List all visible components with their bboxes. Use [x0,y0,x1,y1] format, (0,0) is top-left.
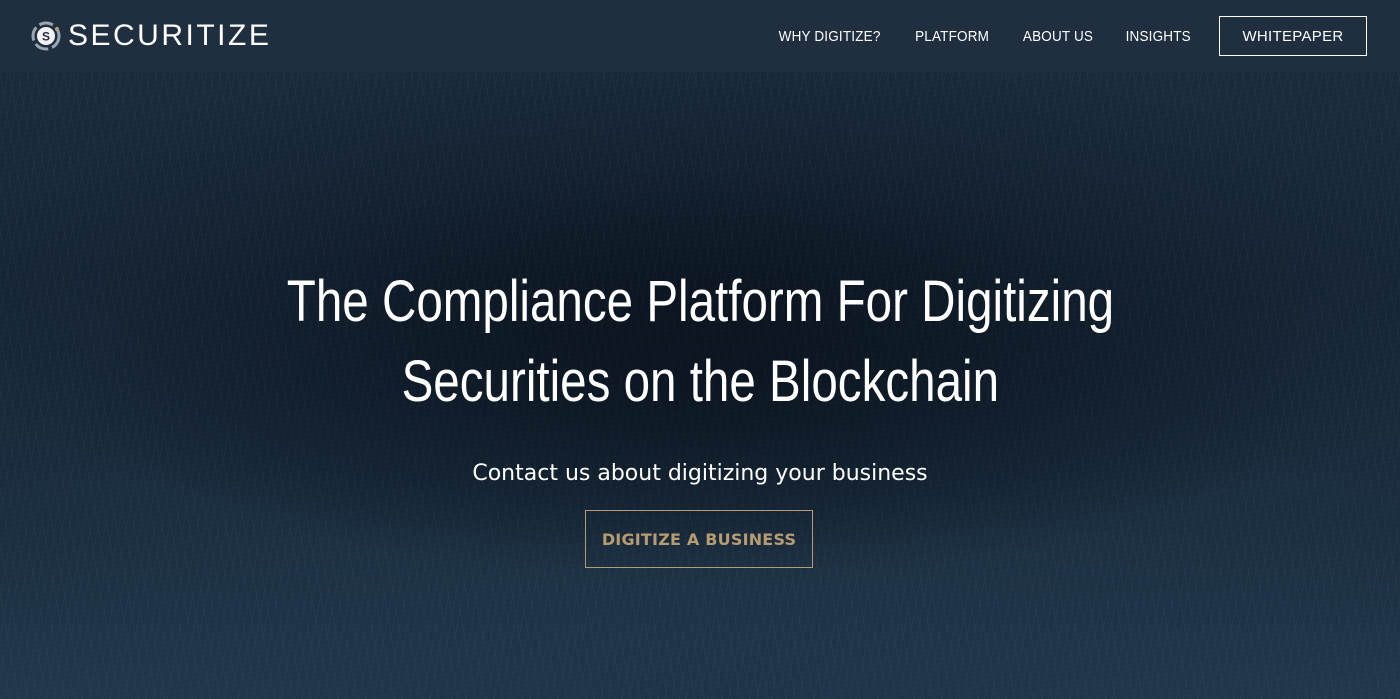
hero-title-line-1: The Compliance Platform For Digitizing [286,269,1114,334]
page: S SECURITIZE WHY DIGITIZE? PLATFORM ABOU… [0,0,1400,699]
svg-text:S: S [42,30,50,44]
brand-name: SECURITIZE [68,19,272,52]
main-nav: WHY DIGITIZE? PLATFORM ABOUT US INSIGHTS… [748,16,1367,56]
hero-title-line-2: Securities on the Blockchain [401,349,999,414]
hero-subtitle: Contact us about digitizing your busines… [472,461,928,486]
nav-link-insights[interactable]: INSIGHTS [1125,28,1190,45]
hero-title: The Compliance Platform For Digitizing S… [0,262,1400,422]
site-header: S SECURITIZE WHY DIGITIZE? PLATFORM ABOU… [0,0,1400,72]
whitepaper-button[interactable]: WHITEPAPER [1219,16,1367,56]
nav-link-platform[interactable]: PLATFORM [915,28,989,45]
nav-link-about-us[interactable]: ABOUT US [1022,28,1092,45]
nav-link-why-digitize[interactable]: WHY DIGITIZE? [779,28,881,45]
digitize-business-button[interactable]: DIGITIZE A BUSINESS [585,510,813,568]
logo[interactable]: S SECURITIZE [30,20,271,52]
securitize-logo-icon: S [31,21,61,51]
hero-section: The Compliance Platform For Digitizing S… [0,72,1400,699]
